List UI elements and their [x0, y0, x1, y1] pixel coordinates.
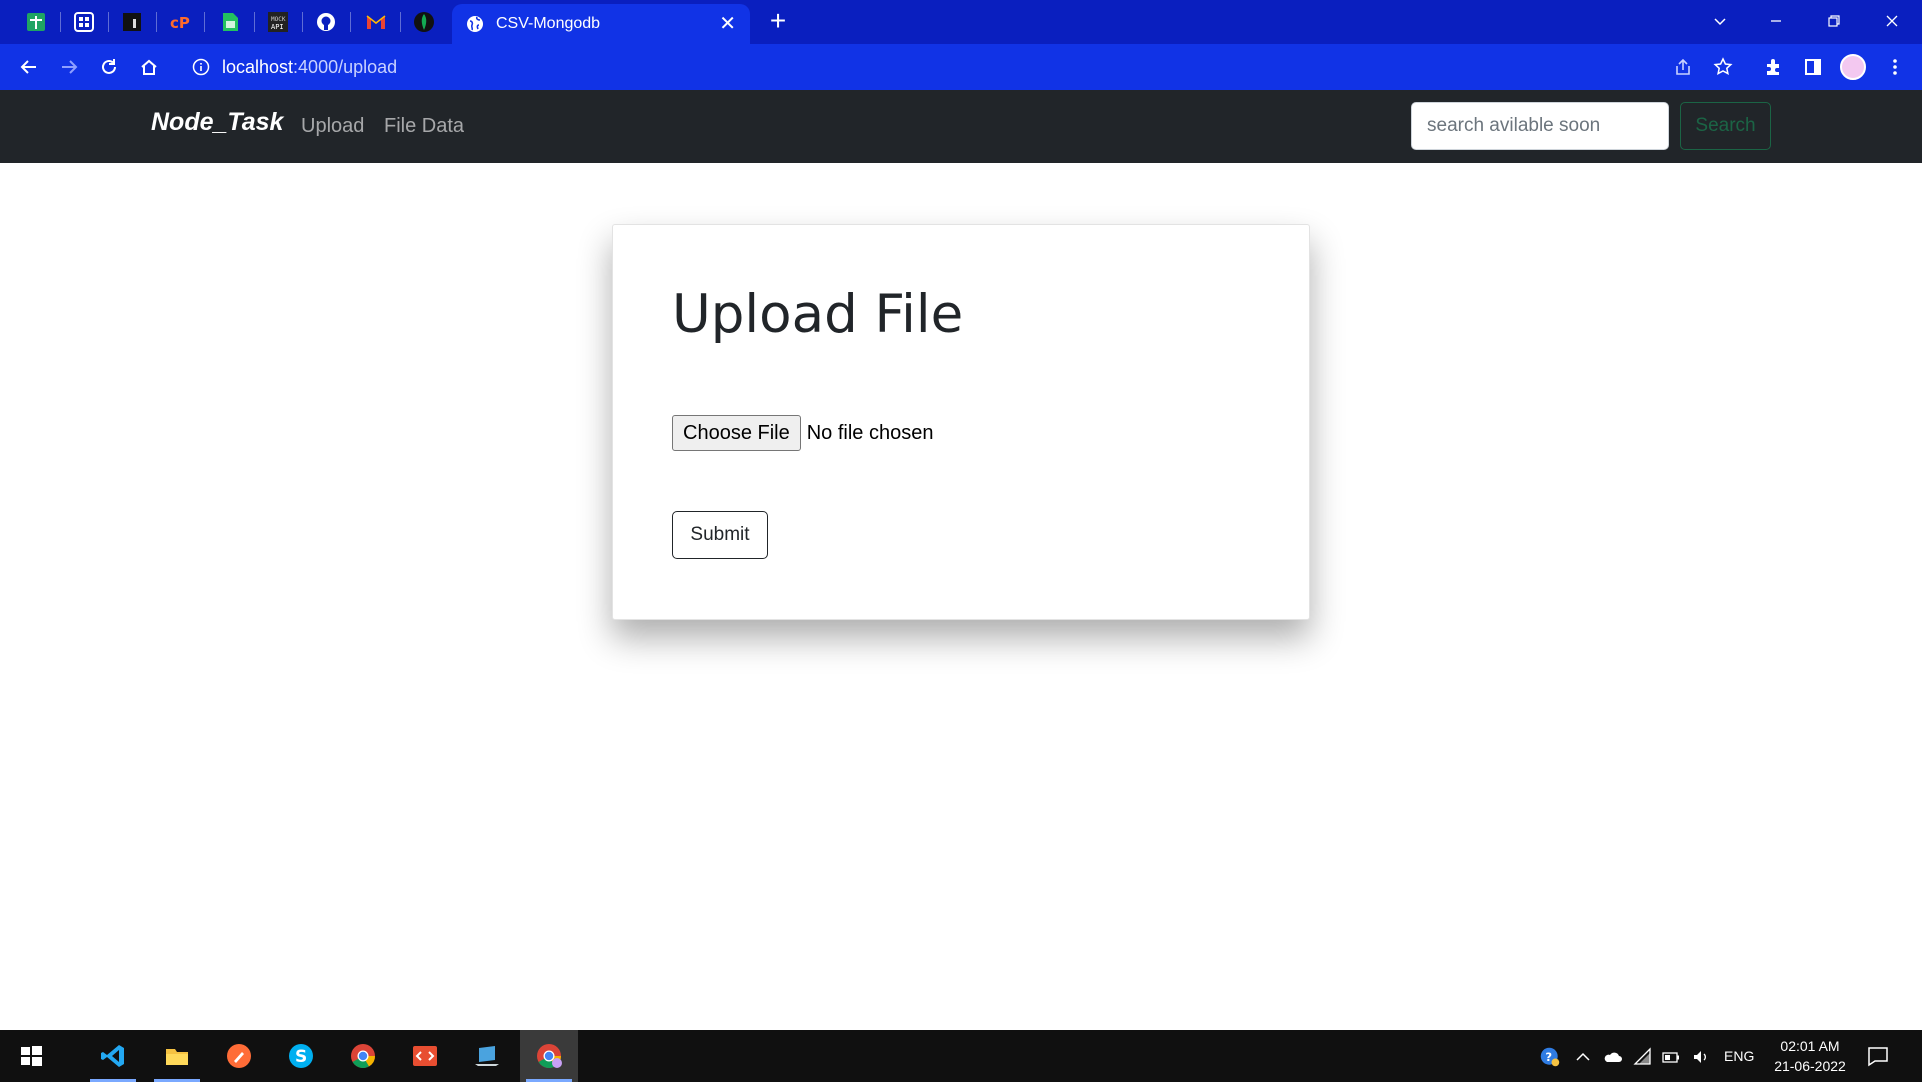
tab-separator [254, 12, 255, 32]
browser-toolbar: localhost:4000/upload [0, 44, 1922, 90]
mongodb-icon[interactable] [410, 8, 438, 36]
tab-separator [400, 12, 401, 32]
tab-search-icon[interactable] [1700, 6, 1740, 36]
close-window-icon[interactable] [1872, 6, 1912, 36]
back-icon[interactable] [14, 52, 44, 82]
upload-card: Upload File Choose File No file chosen S… [612, 224, 1310, 620]
restore-icon[interactable] [1814, 6, 1854, 36]
file-input[interactable]: Choose File No file chosen [672, 415, 933, 451]
tab-separator [302, 12, 303, 32]
browser-menu-icon[interactable] [1880, 52, 1910, 82]
new-tab-button[interactable]: + [764, 7, 792, 36]
tab-separator [60, 12, 61, 32]
onedrive-icon[interactable] [1602, 1046, 1624, 1068]
vscode-icon[interactable] [84, 1030, 142, 1082]
system-clock[interactable]: 02:01 AM 21-06-2022 [1764, 1036, 1856, 1076]
submit-button[interactable]: Submit [672, 511, 768, 559]
browser-tabstrip: cP MOCK API CSV-Mongodb ✕ + [0, 0, 1922, 44]
share-icon[interactable] [1668, 52, 1698, 82]
dark-app-icon[interactable] [118, 8, 146, 36]
help-icon[interactable]: ? [1537, 1044, 1563, 1070]
tab-separator [204, 12, 205, 32]
tab-separator [350, 12, 351, 32]
postman-icon[interactable] [210, 1030, 268, 1082]
page-title: Upload File [672, 284, 964, 345]
address-bar[interactable]: localhost:4000/upload [178, 50, 1678, 84]
nav-link-upload[interactable]: Upload [301, 115, 364, 138]
input-language[interactable]: ENG [1724, 1048, 1754, 1064]
svg-text:?: ? [1545, 1050, 1552, 1064]
tab-csv-mongodb[interactable]: CSV-Mongodb ✕ [452, 4, 750, 44]
close-tab-icon[interactable]: ✕ [719, 14, 736, 34]
url-host: localhost [222, 56, 294, 77]
clock-date: 21-06-2022 [1774, 1058, 1846, 1074]
profile-avatar[interactable] [1840, 54, 1866, 80]
svg-text:S: S [295, 1047, 307, 1067]
grid-app-icon[interactable] [70, 8, 98, 36]
forward-icon[interactable] [54, 52, 84, 82]
notification-icon[interactable] [1866, 1044, 1890, 1068]
windows-taskbar: S ? ENG 02:01 AM 21-06-2022 [0, 1030, 1922, 1082]
home-icon[interactable] [134, 52, 164, 82]
clock-time: 02:01 AM [1780, 1038, 1840, 1054]
chrome-icon[interactable] [334, 1030, 392, 1082]
search-input[interactable] [1411, 102, 1669, 150]
extensions-icon[interactable] [1758, 52, 1788, 82]
minimize-icon[interactable] [1756, 6, 1796, 36]
tab-separator [108, 12, 109, 32]
bookmark-star-icon[interactable] [1708, 52, 1738, 82]
svg-text:MOCK: MOCK [271, 16, 286, 23]
side-panel-icon[interactable] [1798, 52, 1828, 82]
file-explorer-icon[interactable] [148, 1030, 206, 1082]
info-icon[interactable] [192, 58, 210, 76]
site-navbar: Node_Task Upload File Data Search [0, 90, 1922, 163]
sheets-icon[interactable] [22, 8, 50, 36]
sheets-icon[interactable] [216, 8, 244, 36]
tab-separator [156, 12, 157, 32]
svg-text:cP: cP [170, 14, 190, 32]
git-icon[interactable] [396, 1030, 454, 1082]
wifi-icon[interactable] [1632, 1046, 1654, 1068]
svg-text:API: API [271, 23, 284, 31]
tab-title: CSV-Mongodb [496, 15, 601, 32]
reload-icon[interactable] [94, 52, 124, 82]
mock-api-icon[interactable]: MOCK API [264, 8, 292, 36]
brand-logo[interactable]: Node_Task [151, 108, 283, 137]
skype-icon[interactable]: S [272, 1030, 330, 1082]
battery-icon[interactable] [1660, 1046, 1682, 1068]
laptop-app-icon[interactable] [458, 1030, 516, 1082]
github-icon[interactable] [312, 8, 340, 36]
choose-file-button[interactable]: Choose File [672, 415, 801, 451]
windows-start-icon[interactable] [2, 1030, 60, 1082]
chevron-up-icon[interactable] [1572, 1046, 1594, 1068]
chrome-profile-icon[interactable] [520, 1030, 578, 1082]
volume-icon[interactable] [1690, 1046, 1712, 1068]
url-path: :4000/upload [293, 56, 398, 77]
nav-link-file-data[interactable]: File Data [384, 115, 464, 138]
gmail-icon[interactable] [362, 8, 390, 36]
globe-icon [467, 16, 483, 32]
search-button[interactable]: Search [1680, 102, 1771, 150]
cp-icon[interactable]: cP [166, 8, 194, 36]
file-status-text: No file chosen [806, 421, 934, 444]
